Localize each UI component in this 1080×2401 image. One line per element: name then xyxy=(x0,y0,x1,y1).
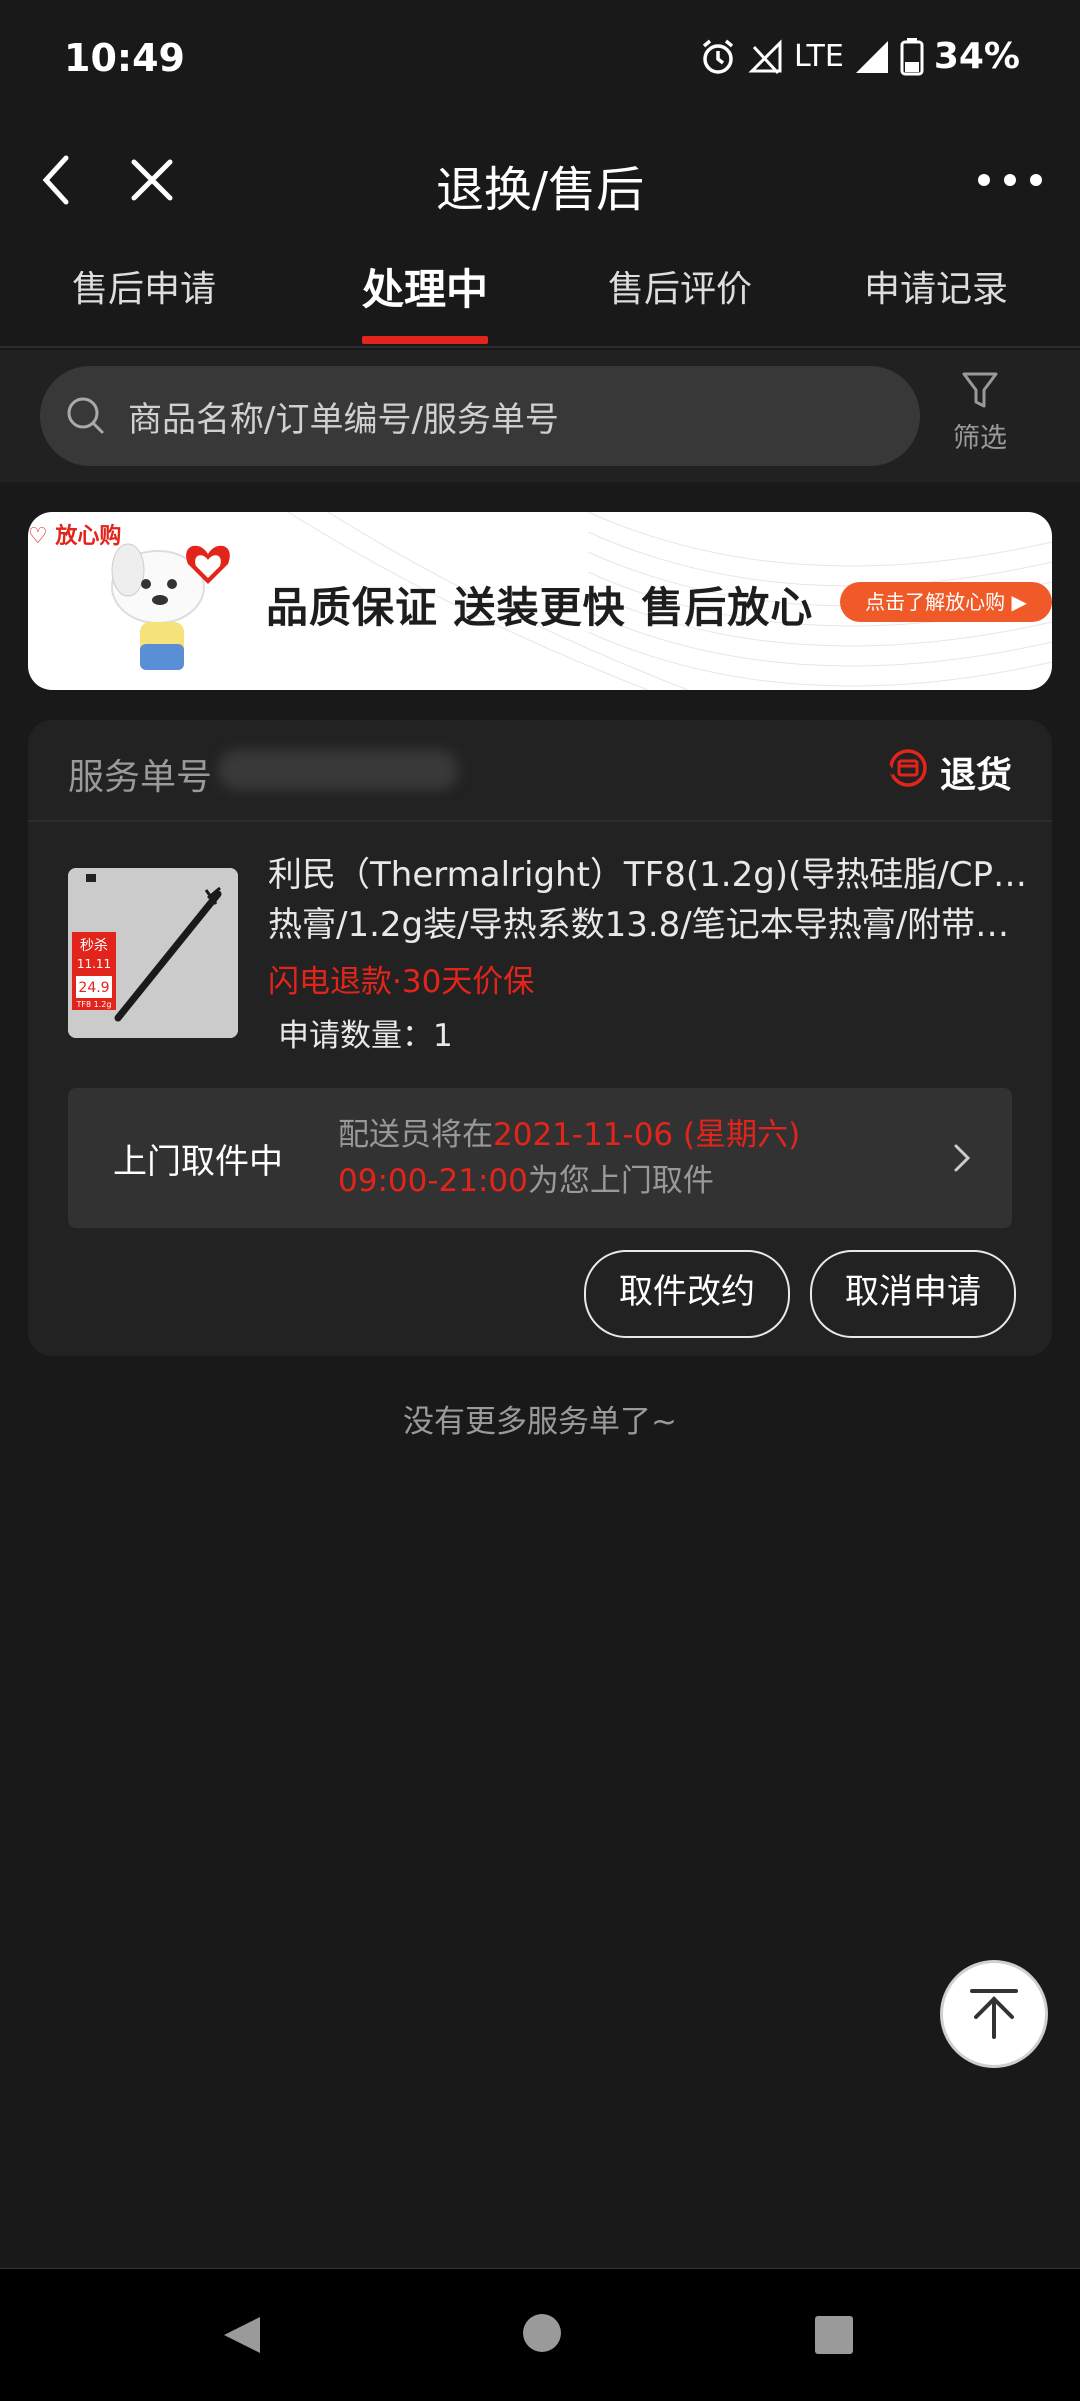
no-more-orders-note: 没有更多服务单了~ xyxy=(403,1404,677,1440)
pickup-msg-suffix: 为您上门取件 xyxy=(527,1163,714,1199)
signal-icon xyxy=(854,39,890,75)
more-icon[interactable] xyxy=(970,150,1050,210)
card-header: 服务单号 退货 xyxy=(28,720,1052,822)
promo-banner[interactable]: ♡ 放心购 品质保证 送装更快 售后放心 点击了解放心购 ▶ xyxy=(28,512,1052,690)
mascot-dog-icon xyxy=(88,532,268,682)
search-icon xyxy=(62,392,110,440)
battery-icon xyxy=(900,37,924,76)
alarm-icon xyxy=(698,37,738,77)
search-area: 商品名称/订单编号/服务单号 筛选 xyxy=(0,350,1080,482)
tab-after-sale-apply[interactable]: 售后申请 xyxy=(72,260,216,312)
product-title[interactable]: 利民（Thermalright）TF8(1.2g)(导热硅脂/CPU散 热膏/1… xyxy=(268,850,1028,950)
product-title-line: 热膏/1.2g装/导热系数13.8/笔记本导热膏/附带… xyxy=(268,905,1010,945)
back-to-top-icon xyxy=(943,1981,1045,2045)
product-service-tags: 闪电退款·30天价保 xyxy=(268,964,535,1000)
service-number-redacted xyxy=(218,750,458,790)
network-type: LTE xyxy=(793,39,844,74)
reschedule-pickup-button[interactable]: 取件改约 xyxy=(584,1250,790,1338)
system-home-icon[interactable] xyxy=(522,2313,562,2357)
product-title-line: 利民（Thermalright）TF8(1.2g)(导热硅脂/CPU散 xyxy=(268,855,1028,895)
return-goods-icon xyxy=(886,746,930,790)
back-to-top-button[interactable] xyxy=(940,1960,1048,2068)
pickup-status: 上门取件中 xyxy=(113,1142,283,1182)
system-recents-icon[interactable] xyxy=(814,2315,854,2359)
pickup-status-row[interactable]: 上门取件中 配送员将在2021-11-06 (星期六) 09:00-21:00为… xyxy=(68,1088,1012,1228)
page-title: 退换/售后 xyxy=(435,162,645,218)
product-image[interactable]: 秒杀 11.11 24.9 TF8 1.2g xyxy=(68,868,238,1038)
product-image-promo: 秒杀 xyxy=(80,938,108,954)
product-image-sku: TF8 1.2g xyxy=(76,1000,112,1009)
filter-button[interactable]: 筛选 xyxy=(940,368,1020,455)
filter-label: 筛选 xyxy=(953,423,1007,454)
system-back-icon[interactable] xyxy=(220,2313,264,2361)
pickup-time: 09:00-21:00 xyxy=(338,1163,528,1199)
tab-after-sale-review[interactable]: 售后评价 xyxy=(608,260,752,312)
apply-quantity: 申请数量：1 xyxy=(278,1018,453,1054)
product-image-date: 11.11 xyxy=(77,957,111,971)
active-tab-indicator xyxy=(362,336,488,344)
banner-slogan: 品质保证 送装更快 售后放心 xyxy=(266,583,814,632)
search-placeholder: 商品名称/订单编号/服务单号 xyxy=(128,400,559,440)
system-nav-bar xyxy=(0,2268,1080,2401)
service-type-label: 退货 xyxy=(940,755,1013,796)
tab-processing[interactable]: 处理中 xyxy=(362,256,488,317)
chevron-right-icon xyxy=(952,1138,972,1178)
cancel-application-button[interactable]: 取消申请 xyxy=(810,1250,1016,1338)
nav-bar: 退换/售后 xyxy=(0,120,1080,240)
pickup-message: 配送员将在2021-11-06 (星期六) 09:00-21:00为您上门取件 xyxy=(338,1112,800,1204)
pickup-msg-prefix: 配送员将在 xyxy=(338,1117,493,1153)
service-order-card: 服务单号 退货 秒杀 11.11 24.9 TF8 1.2g 利民（Therma… xyxy=(28,720,1052,1356)
status-time: 10:49 xyxy=(64,36,185,80)
status-icons: LTE 34% xyxy=(698,36,1020,77)
banner-cta-button[interactable]: 点击了解放心购 ▶ xyxy=(840,582,1052,622)
status-bar: 10:49 LTE 34% xyxy=(0,0,1080,120)
pickup-date: 2021-11-06 (星期六) xyxy=(493,1117,801,1153)
tab-apply-records[interactable]: 申请记录 xyxy=(864,260,1008,312)
tab-bar: 售后申请 处理中 售后评价 申请记录 xyxy=(0,246,1080,348)
no-signal-icon xyxy=(748,38,784,75)
service-number-label: 服务单号 xyxy=(68,757,213,798)
filter-icon xyxy=(940,368,1020,412)
product-image-price: 24.9 xyxy=(78,980,109,996)
search-input[interactable]: 商品名称/订单编号/服务单号 xyxy=(40,366,920,466)
battery-level: 34% xyxy=(933,36,1020,77)
